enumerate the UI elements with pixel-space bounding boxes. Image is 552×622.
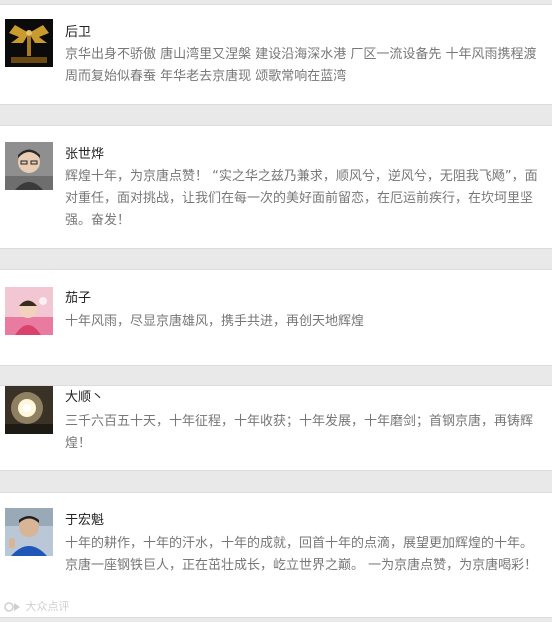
commenter-name[interactable]: 茄子	[65, 291, 91, 307]
watermark: 大众点评	[4, 600, 70, 614]
avatar[interactable]	[5, 142, 53, 190]
avatar-child-pink-icon	[5, 287, 53, 335]
comment-text: 十年的耕作，十年的汗水，十年的成就，回首十年的点滴，展望更加辉煌的十年。京唐一座…	[65, 536, 538, 573]
avatar-dark-winged-figure-icon	[5, 19, 53, 67]
avatar-light-glow-icon	[5, 386, 53, 434]
commenter-name[interactable]: 大顺丶	[65, 390, 104, 406]
comment-card: 于宏魁 十年的耕作，十年的汗水，十年的成就，回首十年的点滴，展望更加辉煌的十年。…	[0, 492, 552, 618]
watermark-text: 大众点评	[25, 600, 70, 613]
avatar[interactable]	[5, 287, 53, 335]
comment-card: 张世烨 辉煌十年，为京唐点赞！ “实之华之兹乃兼求，顺风兮，逆风兮，无阻我飞飏”…	[0, 125, 552, 249]
commenter-name[interactable]: 张世烨	[65, 147, 104, 163]
comment-card: 茄子 十年风雨，尽显京唐雄风，携手共进，再创天地辉煌	[0, 269, 552, 366]
avatar[interactable]	[5, 508, 53, 556]
watermark-logo-icon	[4, 601, 22, 613]
comment-card: 后卫 京华出身不骄傲 唐山湾里又涅槃 建设沿海深水港 厂区一流设备先 十年风雨携…	[0, 4, 552, 105]
commenter-name[interactable]: 后卫	[65, 25, 91, 41]
avatar[interactable]	[5, 386, 53, 434]
comment-text: 京华出身不骄傲 唐山湾里又涅槃 建设沿海深水港 厂区一流设备先 十年风雨携程渡 …	[65, 47, 537, 84]
comment-text: 十年风雨，尽显京唐雄风，携手共进，再创天地辉煌	[65, 314, 365, 329]
avatar[interactable]	[5, 19, 53, 67]
avatar-man-glasses-icon	[5, 142, 53, 190]
comment-text: 辉煌十年，为京唐点赞！ “实之华之兹乃兼求，顺风兮，逆风兮，无阻我飞飏”，面对重…	[65, 169, 538, 228]
commenter-name[interactable]: 于宏魁	[65, 513, 104, 529]
avatar-man-blue-shirt-icon	[5, 508, 53, 556]
comment-card: 大顺丶 三千六百五十天，十年征程，十年收获；十年发展，十年磨剑；首钢京唐，再铸辉…	[0, 385, 552, 471]
comment-text: 三千六百五十天，十年征程，十年收获；十年发展，十年磨剑；首钢京唐，再铸辉煌！	[65, 414, 534, 451]
